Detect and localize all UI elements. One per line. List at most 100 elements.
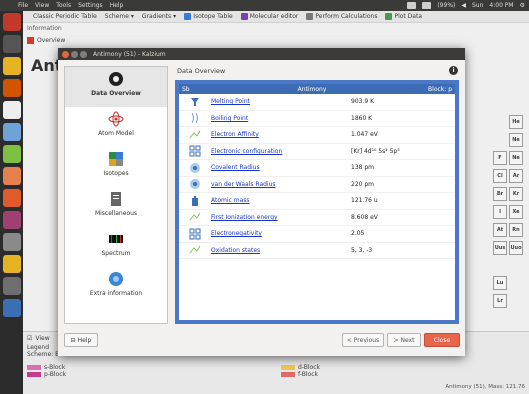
element-cell[interactable]: Kr: [509, 187, 523, 201]
trash-icon[interactable]: [2, 299, 21, 317]
kalzium-icon[interactable]: [2, 255, 21, 273]
property-link[interactable]: Electron Affinity: [211, 131, 351, 138]
close-button[interactable]: Close: [424, 333, 460, 347]
overview-tab-label: Overview: [37, 36, 66, 44]
element-name: Antimony: [297, 85, 327, 93]
firefox-icon[interactable]: [2, 79, 21, 97]
amazon-icon[interactable]: [2, 211, 21, 229]
help-button[interactable]: ⊟ Help: [64, 333, 98, 347]
element-cell[interactable]: Cl: [493, 169, 507, 183]
property-value: 138 pm: [351, 164, 375, 172]
files-icon[interactable]: [2, 57, 21, 75]
calculator-icon: [306, 13, 314, 20]
property-link[interactable]: Electronegativity: [211, 230, 351, 237]
element-cell[interactable]: Ar: [509, 169, 523, 183]
maximize-window-icon[interactable]: [80, 50, 87, 58]
toolbar-molecular-editor[interactable]: Molecular editor: [240, 13, 298, 20]
writer-icon[interactable]: [2, 123, 21, 141]
calc-icon[interactable]: [2, 145, 21, 163]
property-link[interactable]: Melting Point: [211, 98, 351, 105]
toolbar-scheme[interactable]: Scheme ▾: [105, 13, 134, 20]
software-center-icon[interactable]: [2, 189, 21, 207]
minimize-window-icon[interactable]: [71, 50, 78, 58]
menu-view[interactable]: View: [35, 2, 49, 9]
dash-home-icon[interactable]: [2, 13, 21, 31]
toolbar-classic-table[interactable]: Classic Periodic Table: [33, 13, 97, 20]
menu-tools[interactable]: Tools: [56, 2, 71, 9]
volume-icon[interactable]: ◀: [461, 2, 466, 9]
chevron-down-icon: ▾: [173, 13, 177, 20]
toolbar-calculations[interactable]: Perform Calculations: [306, 13, 377, 20]
next-button[interactable]: > Next: [387, 333, 421, 347]
toolbar-gradients[interactable]: Gradients ▾: [142, 13, 176, 20]
element-block: Block: p: [428, 85, 452, 93]
menu-settings[interactable]: Settings: [78, 2, 103, 9]
workspace-icon[interactable]: [2, 277, 21, 295]
element-cell[interactable]: F: [493, 151, 507, 165]
element-cell[interactable]: Uuo: [509, 241, 523, 255]
network-icon[interactable]: [407, 2, 417, 9]
property-link[interactable]: First Ionization energy: [211, 214, 351, 221]
info-icon[interactable]: i: [449, 66, 458, 75]
property-link[interactable]: van der Waals Radius: [211, 181, 351, 188]
battery-text[interactable]: (99%): [437, 2, 455, 9]
nav-atom-model[interactable]: Atom Model: [65, 107, 167, 147]
nav-spectrum[interactable]: Spectrum: [65, 227, 167, 267]
nav-label: Data Overview: [91, 90, 141, 97]
property-link[interactable]: Oxidation states: [211, 247, 351, 254]
view-checkbox-icon[interactable]: ☑: [27, 335, 32, 342]
text-editor-icon[interactable]: [2, 101, 21, 119]
dialog-titlebar[interactable]: Antimony (51) - Kalzium: [58, 48, 465, 60]
nav-data-overview[interactable]: Data Overview: [65, 67, 167, 107]
content-title: Data Overview: [177, 67, 226, 75]
element-cell[interactable]: Ne: [509, 133, 523, 147]
property-link[interactable]: Boiling Point: [211, 115, 351, 122]
element-cell[interactable]: I: [493, 205, 507, 219]
isotope-icon: [184, 13, 192, 20]
date-text[interactable]: Sun: [472, 2, 483, 9]
information-label: Information: [27, 25, 62, 32]
previous-button[interactable]: < Previous: [342, 333, 384, 347]
element-cell[interactable]: At: [493, 223, 507, 237]
spectrum-icon: [109, 235, 123, 243]
legend-swatch: [281, 372, 295, 377]
data-table: Sb Antimony Block: p Melting Point 903.9…: [179, 84, 455, 320]
property-link[interactable]: Electronic configuration: [211, 148, 351, 155]
clock[interactable]: 4:00 PM: [489, 2, 513, 9]
system-tray: (99%) ◀ Sun 4:00 PM ⚙: [407, 2, 525, 9]
power-icon[interactable]: ⚙: [520, 2, 525, 9]
legend-item-label: p-Block: [44, 371, 66, 378]
close-window-icon[interactable]: [62, 50, 69, 58]
terminal-icon[interactable]: [2, 35, 21, 53]
element-cell[interactable]: Uus: [493, 241, 507, 255]
property-link[interactable]: Covalent Radius: [211, 164, 351, 171]
table-header: Sb Antimony Block: p: [179, 84, 455, 94]
element-cell[interactable]: Lr: [493, 294, 507, 308]
nav-isotopes[interactable]: Isotopes: [65, 147, 167, 187]
element-cell[interactable]: He: [509, 115, 523, 129]
legend-item-label: s-Block: [44, 364, 66, 371]
settings-icon[interactable]: [2, 233, 21, 251]
table-row: Atomic mass 121.76 u: [179, 193, 455, 210]
impress-icon[interactable]: [2, 167, 21, 185]
legend-right: d-Block f-Block: [281, 364, 320, 378]
element-cell[interactable]: Rn: [509, 223, 523, 237]
nav-extra-information[interactable]: Extra information: [65, 267, 167, 307]
property-link[interactable]: Atomic mass: [211, 197, 351, 204]
element-color-icon: [27, 36, 34, 44]
element-cell[interactable]: Xe: [509, 205, 523, 219]
toolbar-plot-data[interactable]: Plot Data: [385, 13, 422, 20]
keyboard-icon[interactable]: [422, 2, 432, 9]
menu-help[interactable]: Help: [110, 2, 124, 9]
overview-tab[interactable]: Overview: [23, 35, 529, 45]
element-cell[interactable]: Lu: [493, 276, 507, 290]
element-cell[interactable]: Br: [493, 187, 507, 201]
property-value: 1860 K: [351, 114, 373, 122]
table-row: Melting Point 903.9 K: [179, 94, 455, 111]
nav-miscellaneous[interactable]: Miscellaneous: [65, 187, 167, 227]
menu-file[interactable]: File: [18, 2, 28, 9]
toolbar-isotope-table[interactable]: Isotope Table: [184, 13, 233, 20]
element-cell[interactable]: Ne: [509, 151, 523, 165]
table-row: Covalent Radius 138 pm: [179, 160, 455, 177]
dialog-content: Data Overview i Sb Antimony Block: p Mel…: [175, 66, 459, 324]
